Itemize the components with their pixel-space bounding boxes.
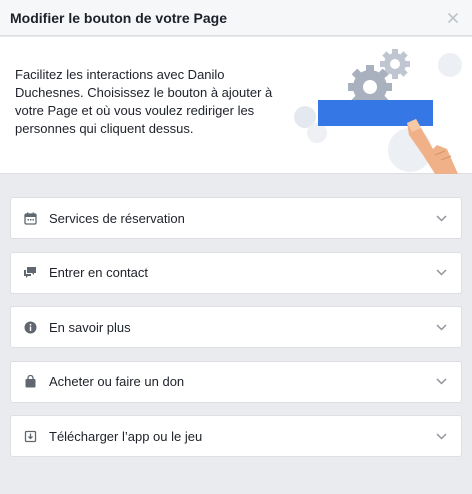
edit-page-button-dialog: Modifier le bouton de votre Page Facilit… [0,0,472,494]
illustration-graphic [294,49,462,174]
option-label: Entrer en contact [49,265,148,280]
download-icon [23,429,37,443]
chat-bubbles-icon [23,266,37,280]
dialog-header: Modifier le bouton de votre Page [0,0,472,36]
close-button[interactable] [444,9,462,27]
button-illustration [285,37,472,174]
chevron-down-icon[interactable] [435,430,447,442]
option-get-in-touch[interactable]: Entrer en contact [10,251,462,294]
option-label: Services de réservation [49,210,185,226]
option-label: Acheter ou faire un don [49,374,185,389]
dialog-title: Modifier le bouton de votre Page [10,9,228,26]
option-label: Télécharger l’app ou le jeu [49,428,203,444]
button-options-list: Services de réservation Entrer en contac… [10,197,462,470]
close-icon[interactable] [448,13,458,23]
option-shop-or-donate[interactable]: Acheter ou faire un don [10,360,462,403]
chevron-down-icon[interactable] [435,376,447,388]
option-booking-services[interactable]: Services de réservation [10,197,462,239]
chevron-down-icon[interactable] [435,212,447,224]
calendar-icon [23,211,37,225]
option-download-app[interactable]: Télécharger l’app ou le jeu [10,415,462,457]
shopping-bag-icon [23,375,37,389]
info-icon [23,320,37,334]
chevron-down-icon[interactable] [435,267,447,279]
option-label: En savoir plus [49,319,131,335]
intro-section: Facilitez les interactions avec Danilo D… [0,37,472,174]
option-learn-more[interactable]: En savoir plus [10,306,462,348]
intro-text: Facilitez les interactions avec Danilo D… [15,67,273,136]
chevron-down-icon[interactable] [435,321,447,333]
